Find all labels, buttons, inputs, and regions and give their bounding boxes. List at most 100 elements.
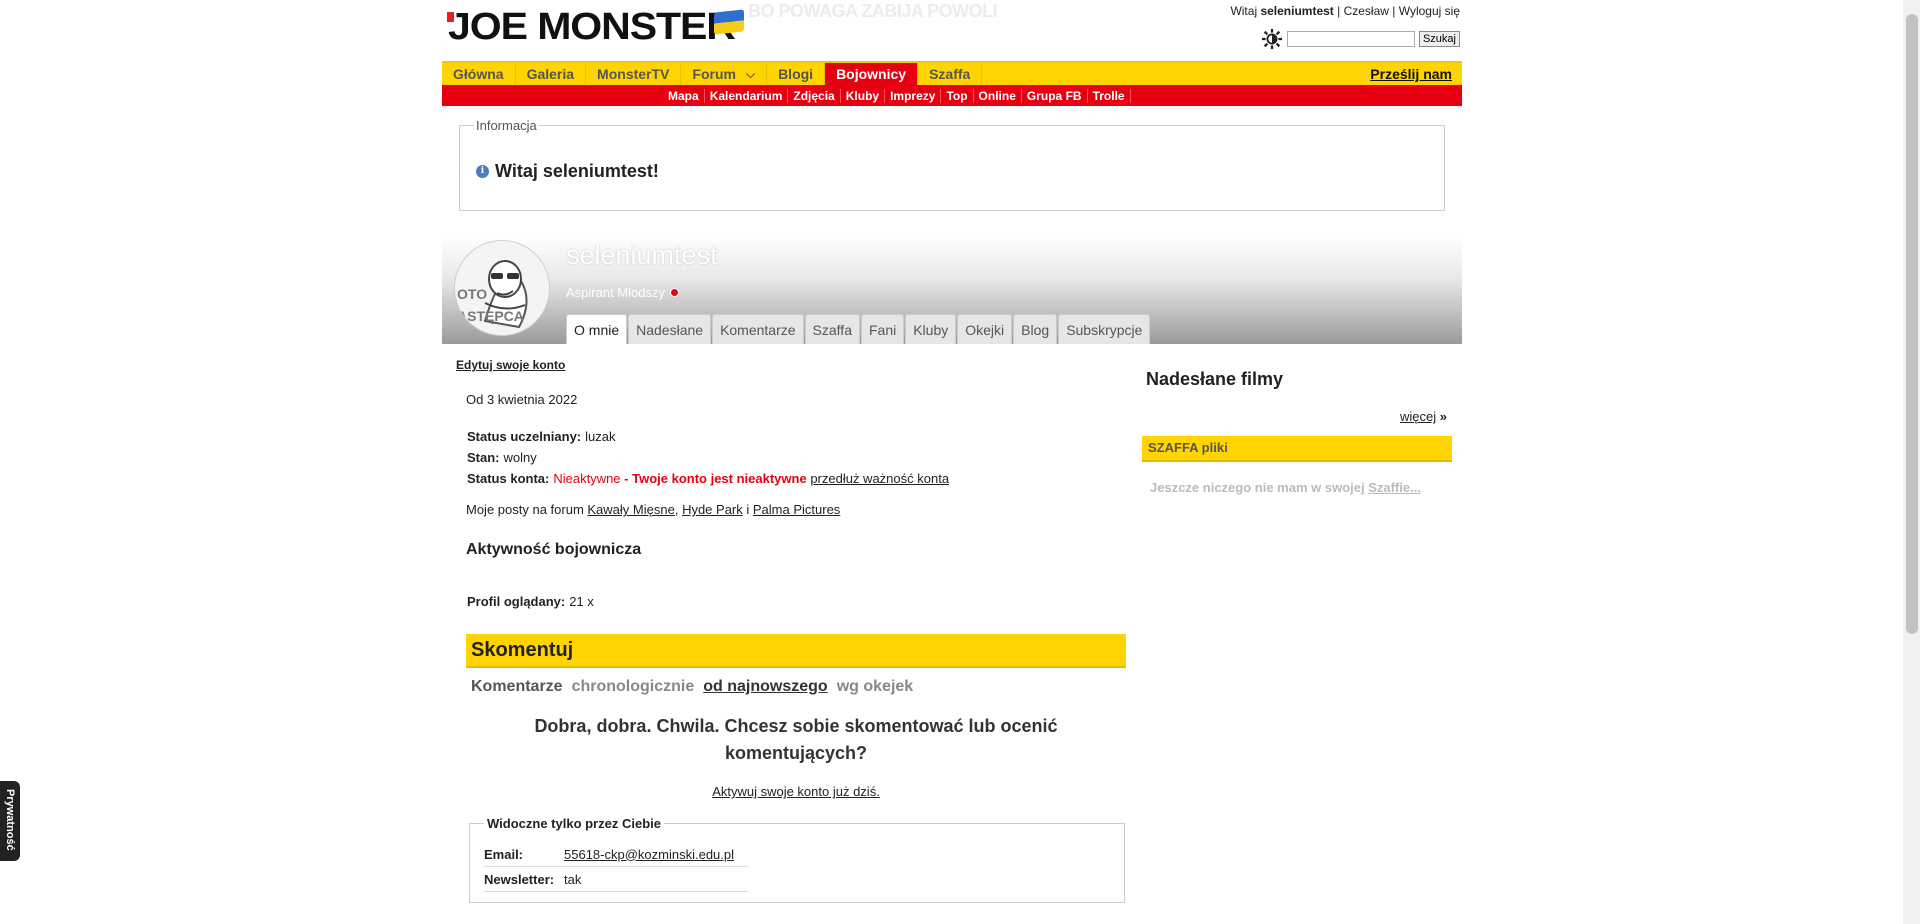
scrollbar-thumb[interactable] (1906, 14, 1918, 634)
sort-by-likes[interactable]: wg okejek (837, 678, 913, 696)
profile-views: Profil oglądany: 21 x (467, 594, 594, 609)
page: JOE MONSTER BO POWAGA ZABIJA POWOLI Wita… (442, 0, 1462, 924)
activity-heading: Aktywność bojownicza (466, 541, 642, 558)
activate-account-link[interactable]: Aktywuj swoje konto już dziś. (712, 784, 880, 799)
subnav-item-kalendarium[interactable]: Kalendarium (705, 88, 789, 103)
newsletter-label: Newsletter: (484, 871, 555, 887)
profile-fields: Status uczelniany: luzak Stan: wolny Statu… (467, 426, 949, 489)
logout-link[interactable]: Wyloguj się (1399, 4, 1460, 18)
nav-item-glowna[interactable]: Główna (442, 63, 516, 85)
subnav-item-grupa-fb[interactable]: Grupa FB (1022, 88, 1088, 103)
forum-and: i (742, 502, 753, 517)
forum-posts-prefix: Moje posty na forum (466, 502, 588, 517)
profile-rank: Aspirant Młodszy (566, 285, 679, 300)
email-label: Email: (484, 846, 524, 862)
info-message: i Witaj seleniumtest! (476, 161, 659, 182)
tab-o-mnie[interactable]: O mnie (566, 314, 628, 344)
logo-text: JOE MONSTER (448, 6, 736, 48)
tab-fani[interactable]: Fani (860, 314, 905, 344)
forum-link-palma[interactable]: Palma Pictures (753, 502, 840, 517)
forum-posts: Moje posty na forum Kawały Mięsne, Hyde … (466, 502, 840, 517)
sub-nav: Mapa Kalendarium Zdjęcia Kluby Imprezy T… (442, 85, 1462, 106)
tab-okejki[interactable]: Okejki (957, 314, 1013, 344)
sort-newest[interactable]: od najnowszego (703, 678, 827, 696)
site-slogan: BO POWAGA ZABIJA POWOLI (748, 1, 998, 21)
subnav-item-online[interactable]: Online (974, 88, 1022, 103)
status-value: luzak (585, 429, 616, 444)
tab-kluby[interactable]: Kluby (905, 314, 957, 344)
czeslaw-link[interactable]: Czesław (1344, 4, 1389, 18)
nav-item-szaffa[interactable]: Szaffa (918, 63, 983, 85)
account-status-row: Status konta: Nieaktywne - Twoje konto je… (467, 468, 949, 489)
subnav-item-trolle[interactable]: Trolle (1088, 88, 1131, 103)
profile-tabs: O mnie Nadesłane Komentarze Szaffa Fani … (566, 314, 1151, 344)
privacy-tab[interactable]: Prywatność (0, 781, 20, 861)
state-value: wolny (503, 450, 537, 465)
avatar-caption-2: ASTĘPCA (457, 308, 524, 324)
subnav-item-top[interactable]: Top (941, 88, 974, 103)
email-row: Email: 55618-ckp@kozminski.edu.pl (484, 842, 748, 867)
greeting-prefix: Witaj (1230, 4, 1261, 18)
member-since: Od 3 kwietnia 2022 (466, 392, 578, 407)
submit-link[interactable]: Prześlij nam (1370, 63, 1462, 85)
nav-item-forum-label: Forum (692, 66, 736, 82)
nav-item-monstertv[interactable]: MonsterTV (586, 63, 682, 85)
profile-username: seleniumtest (566, 240, 718, 270)
subnav-item-kluby[interactable]: Kluby (841, 88, 886, 103)
sort-label: Komentarze (471, 678, 563, 695)
extend-account-link[interactable]: przedłuż ważność konta (810, 471, 949, 486)
subnav-item-zdjecia[interactable]: Zdjęcia (788, 88, 841, 103)
forum-link-hyde-park[interactable]: Hyde Park (682, 502, 743, 517)
search-row: Szukaj (1261, 28, 1460, 50)
info-icon: i (476, 165, 489, 178)
tab-nadeslane[interactable]: Nadesłane (628, 314, 712, 344)
newsletter-value: tak (564, 871, 582, 887)
tab-komentarze[interactable]: Komentarze (712, 314, 804, 344)
avatar-image: OTO ASTĘPCA (455, 241, 549, 335)
more-arrow-icon: » (1439, 409, 1447, 424)
search-input[interactable] (1286, 31, 1415, 47)
tab-subskrypcje[interactable]: Subskrypcje (1058, 314, 1151, 344)
nav-item-galeria[interactable]: Galeria (516, 63, 587, 85)
info-legend: Informacja (474, 118, 539, 133)
nav-item-bojownicy[interactable]: Bojownicy (825, 63, 919, 85)
nav-item-blogi[interactable]: Blogi (767, 63, 826, 85)
chevron-down-icon[interactable]: ⌵ (746, 67, 755, 82)
subnav-item-imprezy[interactable]: Imprezy (885, 88, 942, 103)
privacy-tab-label: Prywatność (4, 789, 16, 851)
account-status-label: Status konta: (467, 471, 550, 486)
state-label: Stan: (467, 450, 500, 465)
nav-item-forum[interactable]: Forum ⌵ (681, 63, 768, 85)
tab-blog[interactable]: Blog (1013, 314, 1058, 344)
szaffa-link[interactable]: Szaffie... (1368, 480, 1421, 495)
submitted-films-title: Nadesłane filmy (1146, 369, 1284, 389)
activate-wrap: Aktywuj swoje konto już dziś. (466, 784, 1126, 799)
account-status-warning: Twoje konto jest nieaktywne (632, 471, 807, 486)
subnav-item-mapa[interactable]: Mapa (663, 88, 705, 103)
sort-chronological[interactable]: chronologicznie (572, 678, 695, 696)
main-nav: Główna Galeria MonsterTV Forum ⌵ Blogi Bo… (442, 61, 1462, 85)
avatar[interactable]: OTO ASTĘPCA (454, 240, 550, 336)
more-wrap: więcej » (1400, 409, 1447, 424)
tab-szaffa[interactable]: Szaffa (804, 314, 860, 344)
szaffa-empty-message: Jeszcze niczego nie mam w swojej Szaffie… (1150, 480, 1421, 495)
newsletter-row: Newsletter: tak (484, 867, 748, 892)
theme-toggle-icon[interactable] (1261, 28, 1283, 50)
status-label: Status uczelniany: (467, 429, 582, 444)
more-link[interactable]: więcej (1400, 409, 1436, 424)
profile-rank-label: Aspirant Młodszy (566, 285, 665, 300)
comment-section-title: Skomentuj (466, 634, 1126, 668)
private-table: Email: 55618-ckp@kozminski.edu.pl Newslet… (484, 842, 748, 892)
site-logo[interactable]: JOE MONSTER (444, 6, 736, 48)
user-links: Witaj seleniumtest | Czesław | Wyloguj s… (1230, 4, 1460, 18)
online-status-icon (669, 288, 679, 297)
views-value: 21 x (569, 594, 594, 609)
search-button[interactable]: Szukaj (1418, 31, 1460, 47)
edit-account-link[interactable]: Edytuj swoje konto (456, 358, 565, 372)
info-message-text: Witaj seleniumtest! (495, 161, 659, 181)
email-link[interactable]: 55618-ckp@kozminski.edu.pl (564, 847, 734, 862)
page-scrollbar[interactable] (1903, 0, 1920, 924)
avatar-caption-1: OTO (457, 286, 487, 302)
forum-link-kawaly[interactable]: Kawały Mięsne (587, 502, 674, 517)
account-status-value: Nieaktywne (553, 471, 621, 486)
